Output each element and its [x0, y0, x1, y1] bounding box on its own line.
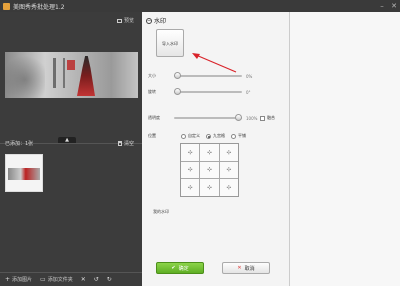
app-icon	[3, 2, 10, 10]
annotation-arrow-icon	[192, 53, 237, 73]
radio-tile-label: 平铺	[238, 133, 246, 138]
grid-cell-bottom-left[interactable]: ⊹	[181, 179, 200, 196]
confirm-label: 确定	[178, 265, 189, 272]
section-title: 水印	[154, 18, 167, 25]
position-label: 位置	[148, 133, 156, 138]
preview-button[interactable]: 预览	[116, 17, 134, 24]
add-folder-label: 添加文件夹	[47, 277, 73, 283]
size-value: 0%	[246, 73, 253, 79]
size-label: 大小	[148, 73, 156, 78]
added-count: 已添加：1张	[5, 141, 34, 147]
thumbnail-image	[8, 168, 40, 180]
preview-image	[5, 52, 138, 98]
grid-cell-top-center[interactable]: ⊹	[200, 144, 219, 161]
confirm-button[interactable]: ✔ 确定	[156, 262, 204, 274]
radio-dot	[181, 133, 186, 139]
image-list-panel: 预览 ▲ 已添加：1张 清空 + 添加图片 ▭ 添加文件夹 ✕ ↺ ↻	[0, 12, 142, 286]
red-seal	[67, 60, 75, 70]
checkbox-box	[260, 115, 265, 121]
calligraphy	[53, 58, 65, 88]
preview-label: 预览	[123, 18, 134, 24]
empty-right-panel	[290, 12, 400, 286]
grid-cell-bottom-right[interactable]: ⊹	[219, 179, 238, 196]
my-watermark-label: 我的水印	[153, 209, 169, 214]
rotate-left-icon[interactable]: ↺	[94, 276, 99, 283]
red-robed-figure	[77, 56, 95, 96]
clear-button[interactable]: 清空	[117, 140, 134, 147]
title-bar: 美图秀秀批处理1.2 – ✕	[0, 0, 400, 12]
add-image-label: 添加图片	[12, 277, 33, 283]
cancel-button[interactable]: ✕ 取消	[222, 262, 270, 274]
rotate-slider-handle[interactable]	[174, 88, 181, 95]
rotate-right-icon[interactable]: ↻	[107, 276, 112, 283]
cancel-x-icon: ✕	[237, 265, 242, 271]
blend-checkbox[interactable]: 融合	[260, 115, 275, 121]
minimize-button[interactable]: –	[376, 1, 388, 11]
grid-cell-middle-left[interactable]: ⊹	[181, 161, 200, 179]
grid-cell-center[interactable]: ⊹	[200, 161, 219, 179]
rotate-slider[interactable]	[174, 88, 242, 95]
preview-icon	[116, 18, 122, 23]
opacity-slider-handle[interactable]	[235, 114, 242, 121]
position-row: 位置 自定义 九宫格 平铺	[148, 133, 288, 139]
ink-mist	[5, 52, 45, 98]
rotate-slider-row: 旋转 0°	[142, 88, 290, 96]
add-folder-button[interactable]: ▭ 添加文件夹	[40, 276, 73, 283]
check-icon: ✔	[171, 265, 176, 271]
bottom-toolbar: + 添加图片 ▭ 添加文件夹 ✕ ↺ ↻	[0, 272, 142, 286]
radio-dot	[231, 133, 236, 139]
opacity-value: 100%	[246, 115, 258, 121]
blend-label: 融合	[267, 115, 275, 120]
watermark-section-header[interactable]: − 水印	[146, 16, 166, 25]
rotate-value: 0°	[246, 89, 251, 95]
window-title: 美图秀秀批处理1.2	[13, 3, 65, 11]
radio-nine-grid[interactable]: 九宫格	[206, 133, 225, 139]
delete-icon[interactable]: ✕	[81, 276, 86, 283]
close-button[interactable]: ✕	[388, 1, 400, 11]
size-slider-row: 大小 0%	[142, 72, 290, 80]
grid-cell-middle-right[interactable]: ⊹	[219, 161, 238, 179]
radio-dot	[206, 133, 211, 139]
cancel-label: 取消	[244, 265, 255, 272]
trash-icon	[117, 141, 122, 146]
radio-custom-label: 自定义	[188, 133, 200, 138]
clear-label: 清空	[123, 141, 134, 147]
nine-grid-position-picker: ⊹ ⊹ ⊹ ⊹ ⊹ ⊹ ⊹ ⊹ ⊹	[180, 143, 239, 197]
size-slider-handle[interactable]	[174, 72, 181, 79]
add-image-button[interactable]: + 添加图片	[5, 276, 32, 283]
image-thumbnail[interactable]	[5, 154, 43, 192]
watermark-panel: − 水印 导入水印 大小 0% 旋转 0° 透明度 100% 融合 位置 自定义…	[142, 12, 290, 286]
import-watermark-button[interactable]: 导入水印	[156, 29, 184, 57]
add-icon: +	[5, 276, 11, 283]
grid-cell-bottom-center[interactable]: ⊹	[200, 179, 219, 196]
grid-cell-top-right[interactable]: ⊹	[219, 144, 238, 161]
folder-icon: ▭	[40, 276, 46, 283]
collapse-minus-icon: −	[146, 17, 152, 24]
grid-cell-top-left[interactable]: ⊹	[181, 144, 200, 161]
size-slider[interactable]	[174, 72, 242, 79]
rotate-label: 旋转	[148, 89, 156, 94]
radio-custom[interactable]: 自定义	[181, 133, 200, 139]
radio-nine-grid-label: 九宫格	[213, 133, 225, 138]
opacity-label: 透明度	[148, 115, 160, 120]
radio-tile[interactable]: 平铺	[231, 133, 246, 139]
opacity-slider[interactable]	[174, 114, 242, 121]
